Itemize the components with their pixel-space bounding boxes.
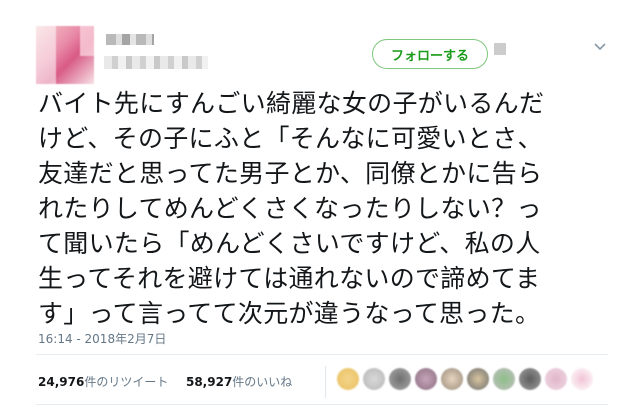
- user-avatar[interactable]: [36, 26, 94, 84]
- retweets-count: 24,976: [38, 375, 85, 389]
- tweet-timestamp[interactable]: 16:14 - 2018年2月7日: [38, 330, 166, 347]
- divider: [36, 354, 608, 355]
- liker-avatar[interactable]: [467, 368, 489, 390]
- tweet-line: れたりしてめんどくさくなったりしない？っ: [38, 194, 542, 223]
- stats-divider: [325, 366, 326, 398]
- liker-avatar[interactable]: [493, 368, 515, 390]
- divider: [36, 404, 608, 405]
- likes-label: 件のいいね: [232, 375, 293, 389]
- retweets-label: 件のリツイート: [84, 375, 169, 389]
- likes-count: 58,927: [185, 375, 233, 389]
- twitter-logo-icon: [494, 43, 506, 55]
- follow-button[interactable]: フォローする: [372, 39, 488, 69]
- retweets-stat[interactable]: 24,976件のリツイート: [38, 375, 168, 389]
- liker-avatar[interactable]: [389, 368, 411, 390]
- liker-avatar[interactable]: [415, 368, 437, 390]
- tweet-line: 友達だと思ってた男子とか、同僚とかに告ら: [38, 159, 543, 188]
- tweet-line: す」って言ってて次元が違うなって思った。: [38, 299, 541, 328]
- liker-avatar[interactable]: [519, 368, 541, 390]
- tweet-text: バイト先にすんごい綺麗な女の子がいるんだ けど、その子にふと「そんなに可愛いとさ…: [38, 86, 618, 331]
- chevron-down-icon[interactable]: [594, 42, 606, 52]
- liker-avatar[interactable]: [571, 368, 593, 390]
- likes-stat[interactable]: 58,927件のいいね: [186, 375, 292, 389]
- tweet-line: 生ってそれを避けては通れないので諦めてま: [38, 264, 541, 293]
- tweet-stats: 24,976件のリツイート 58,927件のいいね: [38, 373, 292, 390]
- user-handle-redacted[interactable]: [104, 56, 208, 69]
- liker-avatar[interactable]: [545, 368, 567, 390]
- tweet-line: て聞いたら「めんどくさいですけど、私の人: [38, 229, 541, 258]
- liker-avatar[interactable]: [441, 368, 463, 390]
- liker-avatar[interactable]: [363, 368, 385, 390]
- display-name-redacted[interactable]: [106, 34, 154, 45]
- liker-avatar[interactable]: [337, 368, 359, 390]
- tweet-line: けど、その子にふと「そんなに可愛いとさ、: [38, 124, 543, 153]
- tweet-line: バイト先にすんごい綺麗な女の子がいるんだ: [38, 89, 545, 118]
